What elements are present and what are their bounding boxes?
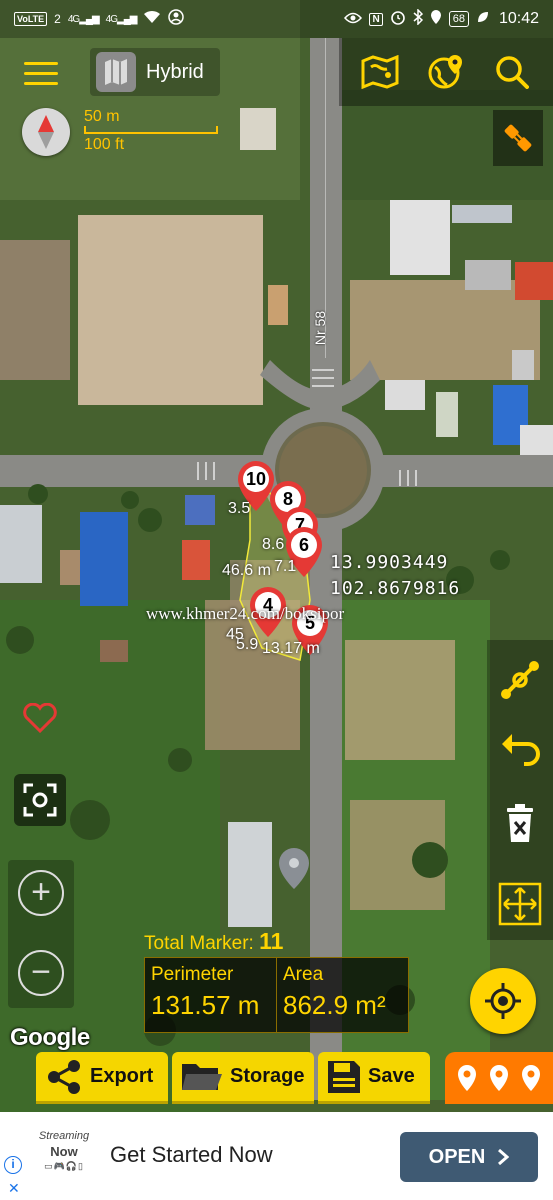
perimeter-cell: Perimeter 131.57 m bbox=[145, 958, 276, 1032]
watermark: www.khmer24.com/boksipor bbox=[146, 604, 345, 623]
zoom-controls: + − bbox=[8, 860, 74, 1008]
action-bar: Export Storage Save bbox=[36, 1052, 430, 1104]
distance-label: 45 bbox=[226, 626, 244, 643]
volte-icon: VoLTE bbox=[14, 12, 48, 26]
status-bar: VoLTE 2 4G▂▄▆ 4G▂▄▆ N 68 10:42 bbox=[0, 0, 553, 38]
heart-icon bbox=[23, 703, 57, 733]
ad-brand-logo: Streaming Now ▭🎮🎧▯ bbox=[34, 1130, 94, 1172]
zoom-out-button[interactable]: − bbox=[18, 950, 64, 996]
search-icon[interactable] bbox=[490, 50, 534, 94]
ad-info-icon[interactable]: i bbox=[4, 1156, 22, 1174]
measurement-panel: Perimeter 131.57 m Area 862.9 m² bbox=[144, 957, 409, 1033]
ad-open-button[interactable]: OPEN bbox=[400, 1132, 538, 1182]
scale-imperial: 100 ft bbox=[84, 136, 125, 153]
my-location-button[interactable] bbox=[470, 968, 536, 1034]
account-icon bbox=[168, 9, 185, 29]
marker-pin-icon bbox=[522, 1065, 540, 1091]
location-icon bbox=[430, 9, 442, 29]
map-type-label: Hybrid bbox=[146, 60, 204, 83]
marker-number: 6 bbox=[298, 535, 309, 555]
marker-pin-icon bbox=[458, 1065, 476, 1091]
undo-icon[interactable] bbox=[496, 726, 544, 774]
globe-pin-icon[interactable] bbox=[424, 50, 468, 94]
storage-label: Storage bbox=[230, 1065, 305, 1087]
map-scale: 50 m 100 ft bbox=[84, 108, 224, 154]
total-marker-label: Total Marker: bbox=[144, 933, 254, 954]
alarm-icon bbox=[390, 9, 406, 29]
storage-button[interactable]: Storage bbox=[172, 1052, 314, 1104]
map-type-icon bbox=[96, 52, 136, 92]
ad-brand-line1: Streaming bbox=[38, 1130, 90, 1142]
sim-indicator: 2 bbox=[54, 12, 61, 26]
ad-banner[interactable]: i ✕ Streaming Now ▭🎮🎧▯ Get Started Now O… bbox=[0, 1112, 553, 1200]
road-label: Nr 58 bbox=[312, 310, 329, 346]
share-icon bbox=[48, 1059, 80, 1094]
map-type-button[interactable]: Hybrid bbox=[90, 48, 220, 96]
bluetooth-icon bbox=[413, 8, 423, 29]
distance-label: 8.6 bbox=[262, 536, 285, 553]
distance-label: 7.1 bbox=[274, 558, 297, 575]
tools-panel bbox=[487, 640, 553, 940]
focus-icon bbox=[23, 783, 57, 817]
distance-label: 46.6 m bbox=[222, 562, 271, 579]
signal-icon-2: 4G▂▄▆ bbox=[105, 13, 138, 25]
fit-bounds-icon[interactable] bbox=[496, 880, 544, 928]
chevron-right-icon bbox=[498, 1148, 510, 1166]
ad-brand-line2: Now bbox=[50, 1144, 78, 1159]
coordinates-lng: 102.8679816 bbox=[330, 578, 461, 599]
menu-button[interactable] bbox=[18, 56, 64, 92]
wifi-icon bbox=[143, 10, 161, 28]
save-button[interactable]: Save bbox=[318, 1052, 430, 1104]
area-cell: Area 862.9 m² bbox=[276, 958, 408, 1032]
folder-icon bbox=[182, 1063, 222, 1090]
marker-pin-icon bbox=[490, 1065, 508, 1091]
distance-label: 13.17 m bbox=[262, 640, 320, 657]
ad-open-label: OPEN bbox=[428, 1145, 486, 1168]
map-layers-icon[interactable] bbox=[358, 50, 402, 94]
signal-icon: 4G▂▄▆ bbox=[67, 13, 100, 25]
save-label: Save bbox=[368, 1065, 415, 1087]
focus-button[interactable] bbox=[14, 774, 66, 826]
area-label: Area bbox=[283, 964, 324, 985]
floppy-icon bbox=[328, 1060, 360, 1093]
perimeter-label: Perimeter bbox=[151, 964, 234, 985]
plug-icon bbox=[504, 124, 532, 152]
eye-icon bbox=[344, 11, 363, 28]
export-label: Export bbox=[90, 1065, 154, 1087]
ad-close-icon[interactable]: ✕ bbox=[8, 1180, 20, 1197]
polyline-tool-icon[interactable] bbox=[496, 656, 544, 704]
scale-bar bbox=[84, 126, 218, 134]
clock: 10:42 bbox=[498, 10, 539, 27]
plugin-button[interactable] bbox=[493, 110, 543, 166]
ad-headline: Get Started Now bbox=[110, 1142, 273, 1167]
leaf-icon bbox=[476, 10, 490, 28]
google-attribution: Google bbox=[10, 1024, 90, 1051]
markers-button[interactable] bbox=[445, 1052, 553, 1104]
ad-device-icons: ▭🎮🎧▯ bbox=[44, 1161, 84, 1171]
delete-icon[interactable] bbox=[496, 800, 544, 848]
zoom-in-button[interactable]: + bbox=[18, 870, 64, 916]
nfc-icon: N bbox=[369, 12, 383, 26]
scale-metric: 50 m bbox=[84, 108, 120, 125]
distance-label: 3.5 bbox=[228, 500, 251, 517]
export-button[interactable]: Export bbox=[36, 1052, 168, 1104]
marker-cluster: 10 8 7 6 4 5 bbox=[228, 455, 338, 655]
battery-icon: 68 bbox=[448, 11, 469, 27]
coordinates-lat: 13.9903449 bbox=[330, 552, 449, 573]
total-marker-value: 11 bbox=[259, 928, 284, 954]
favorite-button[interactable] bbox=[18, 700, 62, 736]
area-value: 862.9 m² bbox=[283, 990, 386, 1020]
crosshair-icon bbox=[485, 983, 521, 1019]
total-marker: Total Marker: 11 bbox=[144, 928, 283, 955]
top-toolbar bbox=[339, 38, 553, 106]
compass-button[interactable] bbox=[22, 108, 70, 156]
perimeter-value: 131.57 m bbox=[151, 990, 260, 1020]
